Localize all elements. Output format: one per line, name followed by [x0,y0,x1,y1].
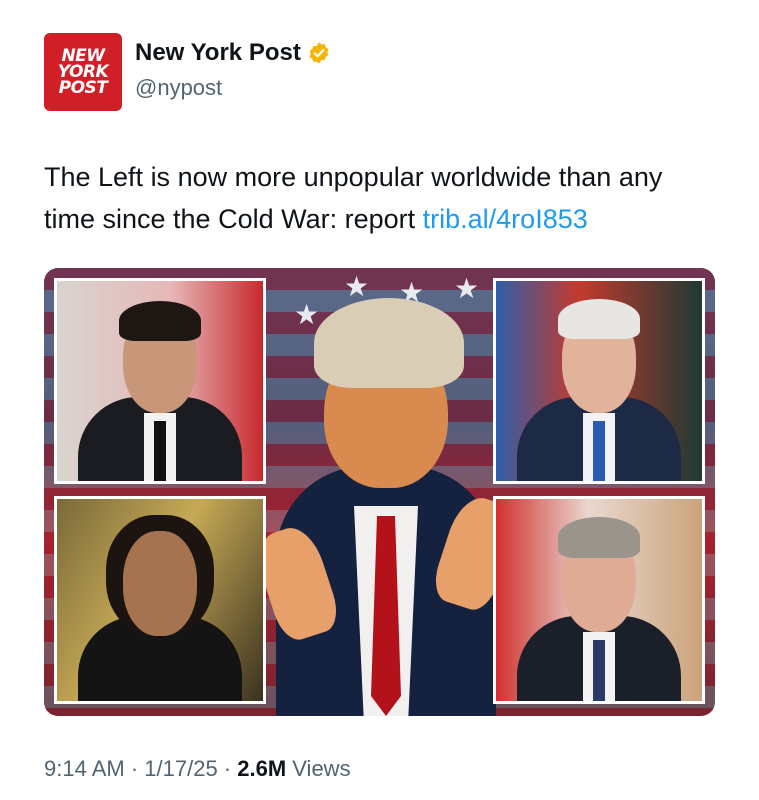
inset-hair [557,517,641,558]
center-hair [314,298,464,388]
inset-hair [118,301,202,341]
tweet-media-image[interactable]: ★ ★ ★ ★ [44,268,715,716]
account-handle[interactable]: @nypost [135,75,222,101]
inset-tie [153,421,167,481]
tweet-text: The Left is now more unpopular worldwide… [44,156,714,240]
views-label: Views [286,756,351,781]
meta-separator: · [217,756,238,781]
inset-top-left [54,278,266,484]
avatar-line-3: POST [58,78,108,98]
tweet-meta: 9:14 AM · 1/17/25 · 2.6M Views [44,756,351,782]
inset-head [122,531,198,637]
views-count: 2.6M [237,756,287,781]
tweet-header: NEW YORK POST New York Post @nypost [44,33,704,113]
inset-bottom-left [54,496,266,704]
inset-tie [592,640,606,701]
tweet-time[interactable]: 9:14 AM [44,756,125,781]
tweet-link[interactable]: trib.al/4roI853 [423,204,588,234]
account-name[interactable]: New York Post [135,39,301,67]
inset-hair [557,299,641,339]
tweet-date[interactable]: 1/17/25 [144,756,217,781]
inset-top-right [493,278,705,484]
meta-separator: · [124,756,145,781]
verified-badge-icon[interactable] [307,41,331,65]
inset-tie [592,421,606,481]
name-row: New York Post [135,39,331,67]
avatar[interactable]: NEW YORK POST [44,33,122,111]
inset-bottom-right [493,496,705,704]
center-figure [250,298,522,716]
